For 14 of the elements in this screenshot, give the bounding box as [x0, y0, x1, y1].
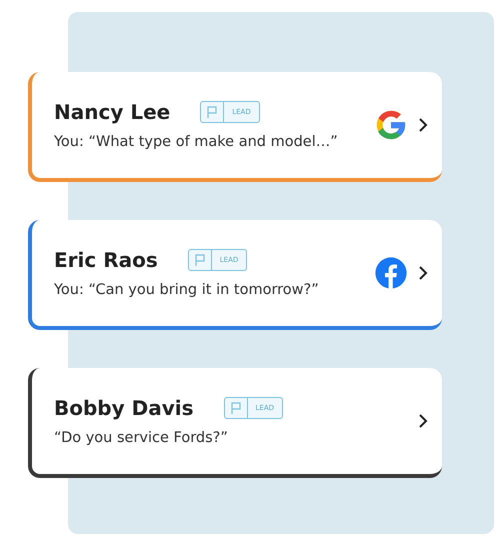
contact-name: Nancy Lee	[54, 100, 170, 124]
contact-name: Eric Raos	[54, 248, 158, 272]
message-preview: You: “Can you bring it in tomorrow?”	[54, 282, 320, 298]
facebook-logo-icon	[374, 256, 408, 290]
flag-icon	[194, 254, 205, 266]
flag-icon	[207, 106, 218, 118]
google-logo-icon	[374, 108, 408, 142]
chevron-right-icon[interactable]	[418, 413, 428, 429]
message-preview: “Do you service Fords?”	[54, 430, 229, 446]
chevron-right-icon[interactable]	[418, 265, 428, 281]
message-preview: You: “What type of make and model…”	[54, 134, 339, 150]
contact-name: Bobby Davis	[54, 396, 194, 420]
flag-icon	[230, 402, 241, 414]
chevron-right-icon[interactable]	[418, 117, 428, 133]
